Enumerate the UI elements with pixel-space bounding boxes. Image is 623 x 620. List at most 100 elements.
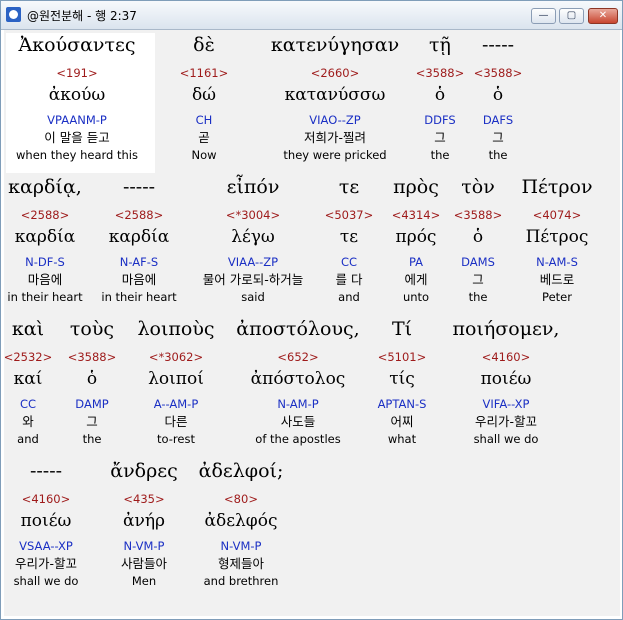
lemma: ὁ bbox=[434, 85, 446, 105]
lemma: ἀδελφός bbox=[204, 511, 278, 531]
greek-word: τε bbox=[338, 176, 360, 198]
parsing-code: N-VM-P bbox=[123, 539, 165, 553]
lemma: ὁ bbox=[472, 227, 484, 247]
korean-gloss: 사람들아 bbox=[120, 556, 168, 571]
strongs-number: <4160> bbox=[21, 492, 71, 506]
lemma: κατανύσσω bbox=[284, 85, 386, 105]
lemma: ὁ bbox=[86, 369, 98, 389]
korean-gloss: 형제들아 bbox=[217, 556, 265, 571]
lemma: ἀπόστολος bbox=[250, 369, 346, 389]
strongs-number: <5101> bbox=[377, 350, 427, 364]
close-button[interactable]: ✕ bbox=[588, 8, 618, 24]
korean-gloss: 우리가-할꼬 bbox=[14, 556, 78, 571]
english-gloss: the bbox=[488, 148, 508, 162]
parsing-code: N-AM-S bbox=[536, 255, 578, 269]
greek-word: τὸν bbox=[461, 176, 495, 198]
parsing-code: DAMP bbox=[75, 397, 109, 411]
greek-word: Ἀκούσαντες bbox=[18, 34, 136, 56]
strongs-number: <435> bbox=[123, 492, 165, 506]
parsing-code: VIFA--XP bbox=[482, 397, 530, 411]
parsing-code: VIAA--ZP bbox=[227, 255, 279, 269]
english-gloss: in their heart bbox=[7, 290, 83, 304]
greek-word: ----- bbox=[29, 460, 63, 482]
strongs-number: <2660> bbox=[310, 66, 360, 80]
lemma: δώ bbox=[191, 85, 217, 105]
greek-word: Τί bbox=[391, 318, 413, 340]
parsing-code: CC bbox=[340, 255, 358, 269]
lemma: ἀνήρ bbox=[123, 511, 165, 531]
greek-word: ἄνδρες bbox=[110, 460, 178, 482]
korean-gloss: 그 bbox=[492, 130, 504, 145]
lemma: καρδία bbox=[14, 227, 76, 247]
korean-gloss: 이 말을 듣고 bbox=[44, 130, 110, 145]
korean-gloss: 사도들 bbox=[280, 414, 316, 429]
lemma: ποιέω bbox=[20, 511, 72, 531]
title-bar[interactable]: @원전분해 - 행 2:37 — ▢ ✕ bbox=[1, 1, 622, 30]
maximize-button[interactable]: ▢ bbox=[559, 8, 584, 24]
korean-gloss: 그 bbox=[86, 414, 98, 429]
english-gloss: and brethren bbox=[203, 574, 279, 588]
parsing-code: CC bbox=[19, 397, 37, 411]
greek-word: λοιποὺς bbox=[137, 318, 215, 340]
parsing-code: DAMS bbox=[461, 255, 495, 269]
greek-word: καὶ bbox=[11, 318, 45, 340]
strongs-number: <652> bbox=[277, 350, 319, 364]
strongs-number: <2532> bbox=[4, 350, 53, 364]
lemma: ποιέω bbox=[480, 369, 532, 389]
korean-gloss: 에게 bbox=[404, 272, 428, 287]
strongs-number: <3588> bbox=[67, 350, 117, 364]
english-gloss: the bbox=[82, 432, 102, 446]
strongs-number: <3588> bbox=[473, 66, 523, 80]
parsing-code: PA bbox=[408, 255, 424, 269]
korean-gloss: 저희가-찔려 bbox=[303, 130, 367, 145]
english-gloss: when they heard this bbox=[16, 148, 138, 162]
parsing-code: A--AM-P bbox=[153, 397, 199, 411]
lemma: πρός bbox=[395, 227, 437, 247]
korean-gloss: 물어 가로되-하거늘 bbox=[202, 272, 304, 287]
english-gloss: shall we do bbox=[13, 574, 79, 588]
lemma: Πέτρος bbox=[525, 227, 589, 247]
korean-gloss: 를 다 bbox=[335, 272, 363, 287]
greek-word: εἶπόν bbox=[226, 176, 280, 198]
window-title: @원전분해 - 행 2:37 bbox=[27, 9, 137, 23]
english-gloss: the bbox=[430, 148, 450, 162]
strongs-number: <5037> bbox=[324, 208, 374, 222]
strongs-number: <4314> bbox=[391, 208, 441, 222]
korean-gloss: 마음에 bbox=[121, 272, 157, 287]
english-gloss: the bbox=[468, 290, 488, 304]
greek-word: ----- bbox=[122, 176, 156, 198]
korean-gloss: 다른 bbox=[164, 414, 188, 429]
strongs-number: <80> bbox=[224, 492, 258, 506]
english-gloss: of the apostles bbox=[255, 432, 341, 446]
strongs-number: <2588> bbox=[20, 208, 70, 222]
strongs-number: <4074> bbox=[532, 208, 582, 222]
english-gloss: Peter bbox=[542, 290, 572, 304]
lemma: λοιποί bbox=[148, 369, 204, 389]
greek-word: τοὺς bbox=[69, 318, 115, 340]
english-gloss: and bbox=[338, 290, 360, 304]
parsing-code: DAFS bbox=[482, 113, 514, 127]
interlinear-panel[interactable]: Ἀκούσαντες <191> ἀκούω VPAANM-P 이 말을 듣고 when … bbox=[4, 30, 620, 616]
greek-word: δὲ bbox=[193, 34, 215, 56]
greek-word: Πέτρον bbox=[521, 176, 593, 198]
parsing-code: N-DF-S bbox=[25, 255, 65, 269]
greek-word: τῇ bbox=[429, 34, 451, 56]
parsing-code: N-VM-P bbox=[220, 539, 262, 553]
parsing-code: VIAO--ZP bbox=[309, 113, 361, 127]
english-gloss: to-rest bbox=[157, 432, 195, 446]
korean-gloss: 어찌 bbox=[390, 414, 414, 429]
parsing-code: N-AM-P bbox=[277, 397, 319, 411]
lemma: καρδία bbox=[108, 227, 170, 247]
greek-word: κατενύγησαν bbox=[270, 34, 400, 56]
english-gloss: shall we do bbox=[473, 432, 539, 446]
english-gloss: what bbox=[387, 432, 417, 446]
parsing-code: DDFS bbox=[424, 113, 456, 127]
korean-gloss: 베드로 bbox=[539, 272, 575, 287]
strongs-number: <*3004> bbox=[225, 208, 281, 222]
greek-word: ----- bbox=[481, 34, 515, 56]
minimize-button[interactable]: — bbox=[531, 8, 556, 24]
english-gloss: Now bbox=[191, 148, 217, 162]
lemma: τίς bbox=[389, 369, 415, 389]
strongs-number: <2588> bbox=[114, 208, 164, 222]
strongs-number: <4160> bbox=[481, 350, 531, 364]
